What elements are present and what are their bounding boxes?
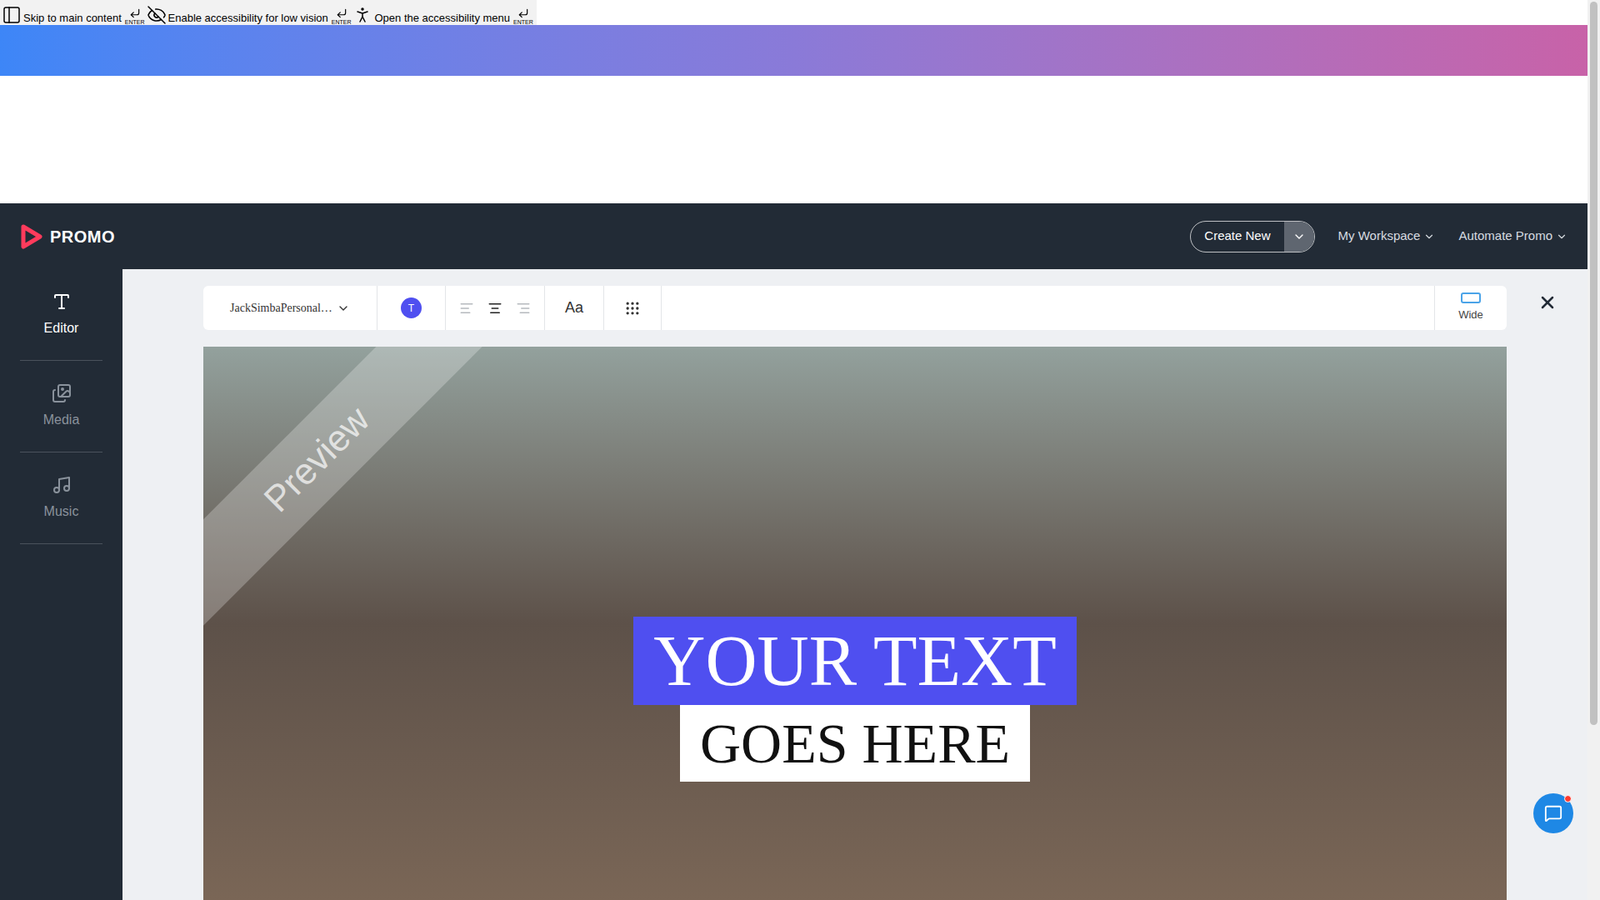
chevron-down-icon: [1555, 230, 1568, 243]
page-content: Skip to main contentENTEREnable accessib…: [0, 0, 1588, 900]
blank-space: [0, 75, 1588, 204]
font-dropdown[interactable]: JackSimbaPersonal…: [203, 285, 378, 330]
editor-area: JackSimbaPersonal…TAaWidePreviewYOUR TEX…: [122, 269, 1588, 900]
text-line[interactable]: YOUR TEXT: [633, 616, 1076, 705]
logo[interactable]: PROMO: [20, 224, 115, 250]
format-button[interactable]: Wide: [1434, 285, 1507, 330]
gradient-banner: [0, 25, 1588, 76]
wide-icon: [1460, 292, 1481, 304]
text-line[interactable]: GOES HERE: [680, 705, 1030, 782]
canvas: PreviewYOUR TEXTGOES HERE: [203, 346, 1507, 900]
sidebar-item[interactable]: Editor: [20, 269, 103, 361]
enter-icon: [335, 7, 348, 20]
notification-dot: [1564, 795, 1572, 803]
chat-button[interactable]: [1533, 793, 1574, 834]
text-size-button[interactable]: Aa: [565, 296, 584, 320]
accessibility-icon: [352, 5, 373, 25]
page: Skip to main contentENTEREnable accessib…: [0, 0, 1600, 900]
enter-icon: [129, 7, 141, 20]
align-right-icon[interactable]: [515, 300, 531, 316]
header-menu[interactable]: Automate Promo: [1458, 226, 1568, 246]
toolbar: JackSimbaPersonal… T Aa Wide: [203, 285, 1507, 330]
text-overlay[interactable]: YOUR TEXTGOES HERE: [203, 616, 1507, 782]
scrollbar-thumb[interactable]: [1590, 1, 1598, 725]
scrollbar[interactable]: [1587, 0, 1600, 900]
logo-icon: [20, 224, 44, 250]
sidebar: EditorMediaMusic: [0, 269, 123, 900]
accessibility-bar: Skip to main contentENTEREnable accessib…: [0, 0, 1588, 25]
sidebar-icon: [51, 291, 72, 312]
chevron-down-icon: [336, 301, 350, 315]
preview-ribbon: Preview: [203, 346, 497, 640]
grid-icon[interactable]: [624, 300, 641, 317]
enter-icon: [517, 7, 530, 20]
create-new-button[interactable]: Create New: [1190, 220, 1315, 253]
chat-icon: [1544, 804, 1563, 823]
accessibility-icon: [1, 5, 22, 25]
header-menu[interactable]: My Workspace: [1338, 226, 1436, 246]
accessibility-link[interactable]: Skip to main contentENTER: [0, 5, 145, 25]
sidebar-item[interactable]: Media: [20, 360, 103, 453]
sidebar-item[interactable]: Music: [20, 452, 103, 545]
accessibility-link[interactable]: Open the accessibility menuENTER: [350, 5, 533, 25]
align-left-icon[interactable]: [459, 300, 475, 316]
close-icon[interactable]: [1537, 292, 1558, 313]
chevron-down-icon: [1292, 230, 1306, 244]
accessibility-icon: [146, 5, 167, 25]
accessibility-link[interactable]: Enable accessibility for low visionENTER: [145, 5, 352, 25]
sidebar-icon: [51, 475, 72, 495]
header: PROMO Create New My Workspace Automate Prom…: [0, 203, 1588, 270]
chevron-down-icon: [1423, 230, 1435, 243]
sidebar-icon: [51, 383, 72, 404]
color-button[interactable]: T: [400, 297, 422, 319]
align-center-icon[interactable]: [487, 300, 503, 316]
